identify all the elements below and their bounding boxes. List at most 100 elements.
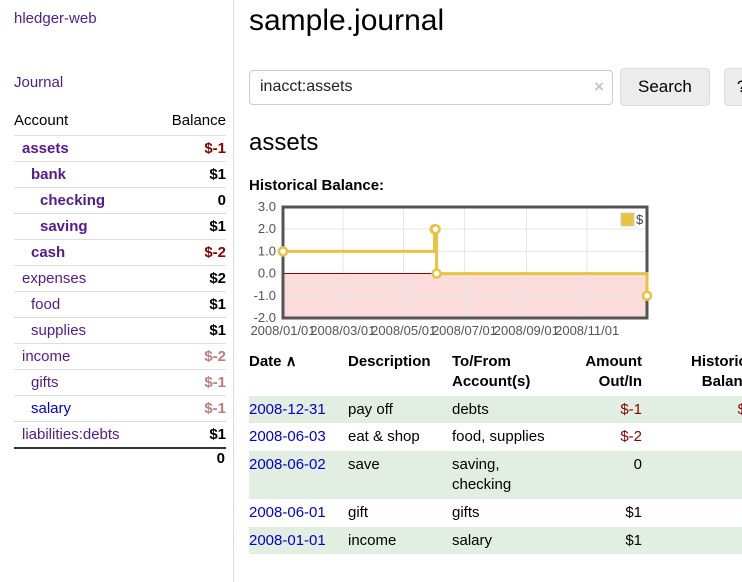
transaction-date-link[interactable]: 2008-06-02 [249, 456, 326, 473]
transaction-date-cell: 2008-12-31 [249, 396, 348, 424]
account-row: gifts $-1 [14, 370, 226, 396]
search-input[interactable] [249, 70, 613, 105]
account-name-cell: income [14, 344, 154, 370]
transaction-date-cell: 2008-06-02 [249, 451, 348, 499]
account-link[interactable]: saving [40, 218, 88, 235]
y-tick-label: 1.0 [258, 243, 276, 258]
transaction-accounts: saving, checking [452, 451, 562, 499]
transaction-row: 2008-06-01giftgifts$1$2 [249, 499, 742, 527]
account-link[interactable]: income [22, 348, 70, 365]
accounts-total-spacer [14, 448, 154, 468]
transaction-balance: $-1 [642, 396, 742, 424]
transaction-date-link[interactable]: 2008-06-03 [249, 428, 326, 445]
y-tick-label: 3.0 [258, 199, 276, 214]
transaction-date-cell: 2008-06-03 [249, 423, 348, 451]
x-tick-label: 2008/01/01 [250, 323, 315, 338]
account-name-cell: supplies [14, 318, 154, 344]
accounts-header-balance: Balance [154, 108, 226, 136]
account-balance: $2 [154, 266, 226, 292]
account-name-cell: checking [14, 188, 154, 214]
account-row: bank$1 [14, 162, 226, 188]
account-name-cell: assets [14, 136, 154, 162]
account-name-cell: expenses [14, 266, 154, 292]
transaction-description: eat & shop [348, 423, 452, 451]
sidebar: hledger-web Journal Account Balance asse… [0, 0, 234, 582]
account-link[interactable]: expenses [22, 270, 86, 287]
account-balance: $-2 [154, 344, 226, 370]
accounts-table: Account Balance assets$-1bank$1checking0… [14, 108, 226, 468]
register-header-balance: HistoricalBalance [642, 349, 742, 396]
transaction-accounts: salary [452, 527, 562, 555]
account-name-cell: food [14, 292, 154, 318]
x-tick-label: 2008/11/01 [555, 323, 619, 338]
search-form: × Search ? [249, 68, 742, 106]
account-balance: $-1 [154, 370, 226, 396]
account-link[interactable]: checking [40, 192, 105, 209]
x-tick-label: 2008/07/01 [432, 323, 497, 338]
data-point-marker [643, 292, 651, 300]
account-balance: 0 [154, 188, 226, 214]
account-link[interactable]: bank [31, 166, 66, 183]
data-point-marker [433, 270, 441, 278]
legend-label: $ [636, 212, 644, 227]
transaction-date-link[interactable]: 2008-01-01 [249, 532, 326, 549]
legend-swatch [621, 213, 634, 226]
transaction-date-link[interactable]: 2008-06-01 [249, 504, 326, 521]
account-balance: $1 [154, 422, 226, 449]
account-link[interactable]: gifts [31, 374, 59, 391]
transaction-date-cell: 2008-06-01 [249, 499, 348, 527]
account-link[interactable]: cash [31, 244, 65, 261]
account-row: checking 0 [14, 188, 226, 214]
main-content: sample.journal × Search ? assets Histori… [234, 0, 742, 582]
transaction-balance: $2 [642, 499, 742, 527]
account-balance: $1 [154, 318, 226, 344]
data-point-marker [279, 247, 287, 255]
transaction-date-cell: 2008-01-01 [249, 527, 348, 555]
register-header-date[interactable]: Date ∧ [249, 349, 348, 396]
transaction-description: gift [348, 499, 452, 527]
account-balance: $1 [154, 214, 226, 240]
search-button[interactable]: Search [620, 68, 710, 106]
account-row: salary $-1 [14, 396, 226, 422]
help-button[interactable]: ? [724, 68, 742, 106]
clear-search-icon[interactable]: × [594, 77, 604, 97]
account-name-cell: saving [14, 214, 154, 240]
data-point-marker [432, 225, 440, 233]
account-balance: $1 [154, 292, 226, 318]
transaction-row: 2008-06-03eat & shopfood, supplies$-20 [249, 423, 742, 451]
account-balance: $-2 [154, 240, 226, 266]
transaction-accounts: debts [452, 396, 562, 424]
transaction-amount: $1 [562, 499, 642, 527]
register-table-body: 2008-12-31pay offdebts$-1$-12008-06-03ea… [249, 396, 742, 555]
transaction-row: 2008-12-31pay offdebts$-1$-1 [249, 396, 742, 424]
register-table: Date ∧DescriptionTo/FromAccount(s)Amount… [249, 349, 742, 554]
chart-title: Historical Balance: [249, 177, 742, 194]
accounts-table-header: Account Balance [14, 108, 226, 136]
transaction-description: pay off [348, 396, 452, 424]
transaction-description: income [348, 527, 452, 555]
account-name-cell: bank [14, 162, 154, 188]
account-link[interactable]: liabilities:debts [22, 426, 120, 443]
account-row: assets $-1 [14, 136, 226, 162]
y-tick-label: 2.0 [258, 221, 276, 236]
account-name-cell: salary [14, 396, 154, 422]
account-balance: $-1 [154, 396, 226, 422]
transaction-amount: $-1 [562, 396, 642, 424]
accounts-total-row: 0 [14, 448, 226, 468]
sidebar-item-journal[interactable]: Journal [14, 74, 226, 91]
account-link[interactable]: assets [22, 140, 69, 157]
account-row: income $-2 [14, 344, 226, 370]
account-row: food $1 [14, 292, 226, 318]
account-row: supplies $1 [14, 318, 226, 344]
page: hledger-web Journal Account Balance asse… [0, 0, 742, 582]
account-balance: $-1 [154, 136, 226, 162]
account-link[interactable]: food [31, 296, 60, 313]
x-tick-label: 2008/05/01 [371, 323, 436, 338]
transaction-balance: $1 [642, 527, 742, 555]
transaction-date-link[interactable]: 2008-12-31 [249, 401, 326, 418]
sort-ascending-icon: ∧ [282, 353, 297, 370]
brand-link[interactable]: hledger-web [14, 10, 97, 27]
account-link[interactable]: supplies [31, 322, 86, 339]
account-heading: assets [249, 129, 742, 157]
account-link[interactable]: salary [31, 400, 71, 417]
